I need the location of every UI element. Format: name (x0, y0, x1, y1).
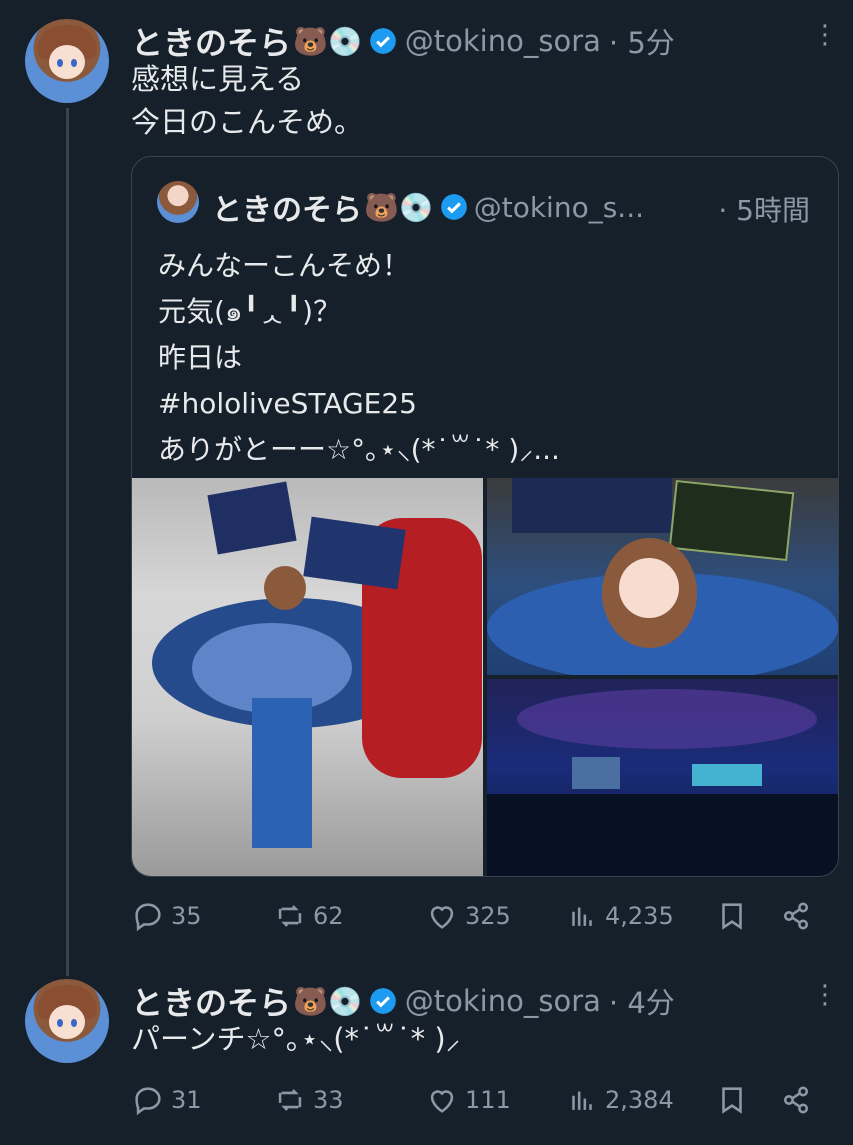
retweet-count: 62 (313, 902, 344, 930)
tweet-actions: 31 33 111 2,384 (131, 1083, 821, 1117)
tweet-text: 感想に見える 今日のこんそめ。 (131, 62, 364, 139)
handle[interactable]: @tokino_sora (405, 24, 601, 58)
retweet-button[interactable]: 62 (273, 899, 425, 933)
verified-icon (440, 193, 468, 221)
flower-stand-photo[interactable] (132, 478, 483, 876)
quoted-tweet[interactable]: ときのそら 🐻💿 @tokino_s... · 5時間 みんなーこんそめ！ 元気… (131, 156, 839, 877)
tweet-text: パーンチ☆°｡⋆⸜(*˙꒳˙* )⸝ (131, 1022, 461, 1056)
reply-icon (135, 1087, 161, 1116)
reply-button[interactable]: 35 (131, 899, 273, 933)
like-count: 325 (465, 902, 511, 930)
like-count: 111 (465, 1086, 511, 1114)
reply-button[interactable]: 31 (131, 1083, 273, 1117)
timestamp[interactable]: · 5分 (609, 20, 675, 62)
quoted-text: みんなーこんそめ！ 元気(๑╹ᆺ╹)？ 昨日は #hololiveSTAGE25… (158, 249, 560, 466)
avatar (157, 181, 199, 223)
tweet-actions: 35 62 325 4,235 (131, 899, 821, 933)
name-emojis: 🐻💿 (293, 24, 363, 58)
handle: @tokino_s... (473, 190, 645, 224)
timestamp: · 5時間 (718, 194, 810, 227)
views-button[interactable]: 4,235 (565, 899, 715, 933)
verified-icon (369, 987, 397, 1015)
retweet-button[interactable]: 33 (273, 1083, 425, 1117)
views-count: 4,235 (605, 902, 674, 930)
views-icon (572, 1091, 592, 1110)
views-button[interactable]: 2,384 (565, 1083, 715, 1117)
bookmark-button[interactable] (715, 899, 779, 933)
verified-icon (369, 27, 397, 55)
share-icon (783, 1086, 809, 1114)
retweet-count: 33 (313, 1086, 344, 1114)
share-button[interactable] (779, 1083, 819, 1117)
like-icon (430, 906, 454, 929)
media-grid (132, 478, 838, 876)
flower-stand-closeup-photo[interactable] (487, 478, 838, 675)
name-emojis: 🐻💿 (364, 190, 434, 224)
reply-count: 31 (171, 1086, 202, 1114)
like-button[interactable]: 111 (425, 1083, 565, 1117)
name-emojis: 🐻💿 (293, 984, 363, 1018)
like-button[interactable]: 325 (425, 899, 565, 933)
bookmark-icon (722, 903, 742, 930)
bookmark-button[interactable] (715, 1083, 779, 1117)
more-icon[interactable]: ⋮ (812, 980, 838, 1010)
more-icon[interactable]: ⋮ (812, 20, 838, 50)
thread-connector-line (66, 108, 69, 976)
concert-stage-photo[interactable] (487, 679, 838, 876)
avatar[interactable] (25, 19, 109, 103)
retweet-icon (278, 905, 302, 927)
display-name: ときのそら (212, 193, 362, 228)
reply-icon (135, 903, 161, 932)
share-icon (783, 902, 809, 930)
views-icon (572, 907, 592, 926)
retweet-icon (278, 1089, 302, 1111)
views-count: 2,384 (605, 1086, 674, 1114)
bookmark-icon (722, 1087, 742, 1114)
reply-count: 35 (171, 902, 202, 930)
share-button[interactable] (779, 899, 819, 933)
avatar[interactable] (25, 979, 109, 1063)
handle[interactable]: @tokino_sora (405, 984, 601, 1018)
timestamp[interactable]: · 4分 (609, 980, 675, 1022)
like-icon (430, 1090, 454, 1113)
quote-header: ときのそら 🐻💿 @tokino_s... (212, 185, 644, 229)
